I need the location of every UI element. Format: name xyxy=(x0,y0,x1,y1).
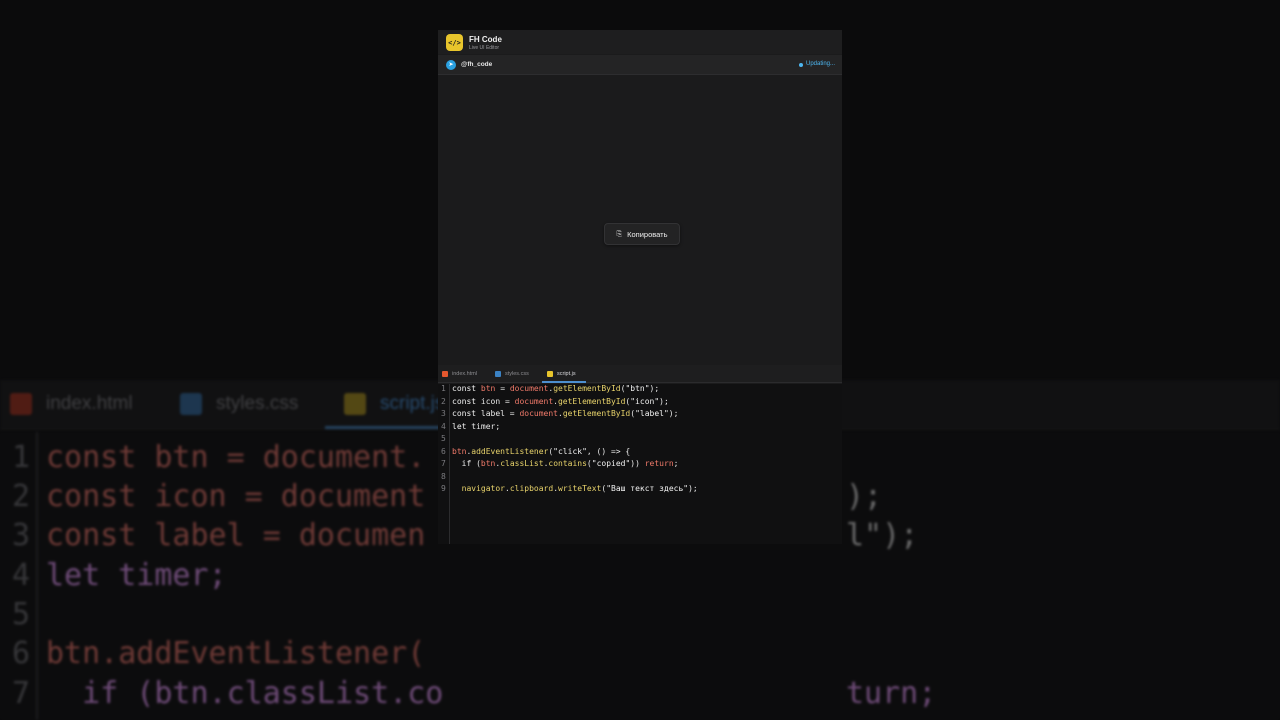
app-subtitle: Live UI Editor xyxy=(469,45,500,51)
background-tab-label: script.js xyxy=(380,393,445,414)
background-tab-index: index.html xyxy=(10,388,133,420)
background-line-number: 3 xyxy=(12,518,31,553)
background-line-number: 1 xyxy=(12,440,31,475)
background-tab-label: index.html xyxy=(46,393,133,414)
js-file-icon xyxy=(547,371,553,377)
line-number: 3 xyxy=(441,409,446,418)
tab-label: index.html xyxy=(452,371,478,377)
background-line-number: 5 xyxy=(12,597,31,632)
channel-bar: ➤ @fh_code Updating... xyxy=(438,55,842,75)
line-number: 2 xyxy=(441,396,446,406)
code-icon: </> xyxy=(446,34,463,51)
css-file-icon xyxy=(180,393,202,415)
line-number: 9 xyxy=(441,484,446,493)
background-code-line: if (btn.classList.co xyxy=(46,676,444,711)
background-active-tab-underline xyxy=(325,426,445,429)
background-code-fragment: ); xyxy=(846,479,883,514)
background-code-line: const icon = document xyxy=(46,479,426,514)
active-tab-underline xyxy=(542,381,586,383)
telegram-icon[interactable]: ➤ xyxy=(446,60,456,70)
line-number: 7 xyxy=(441,459,446,468)
background-code-line: let timer; xyxy=(46,558,227,593)
html-file-icon xyxy=(442,371,448,377)
line-number: 1 xyxy=(441,384,446,393)
background-line-number: 2 xyxy=(12,479,31,514)
line-number: 6 xyxy=(441,446,446,456)
app-title: FH Code xyxy=(469,35,502,44)
background-gutter xyxy=(36,432,38,720)
tab-label: styles.css xyxy=(505,371,529,377)
code-line: if (btn.classList.contains("copied")) re… xyxy=(461,459,679,468)
line-number: 8 xyxy=(441,471,446,481)
js-file-icon xyxy=(344,393,366,415)
preview-area: ⎘ Копировать xyxy=(438,76,842,365)
status-text: Updating... xyxy=(806,61,836,67)
gutter-divider xyxy=(449,384,450,544)
background-line-number: 6 xyxy=(12,636,31,671)
copy-icon: ⎘ xyxy=(616,230,623,238)
background-line-number: 7 xyxy=(12,676,31,711)
background-code-line: btn.addEventListener( xyxy=(46,636,426,671)
code-line: const label = document.getElementById("l… xyxy=(452,409,679,418)
code-line: const icon = document.getElementById("ic… xyxy=(452,396,669,406)
background-code-fragment: turn; xyxy=(846,676,937,711)
file-tabs: index.html styles.css script.js xyxy=(438,365,842,383)
channel-handle[interactable]: @fh_code xyxy=(461,61,492,68)
code-editor[interactable]: 1 2 3 4 5 6 7 8 9 const btn = document.g… xyxy=(438,384,842,544)
html-file-icon xyxy=(10,393,32,415)
copy-button[interactable]: ⎘ Копировать xyxy=(604,223,680,245)
code-line: btn.addEventListener("click", () => { xyxy=(452,446,631,456)
tab-label: script.js xyxy=(557,371,576,377)
app-header: </> FH Code Live UI Editor xyxy=(438,30,842,54)
editor-panel: </> FH Code Live UI Editor ➤ @fh_code Up… xyxy=(438,30,842,544)
background-line-number: 4 xyxy=(12,558,31,593)
status-dot-icon xyxy=(799,63,803,67)
background-code-fragment: l"); xyxy=(846,518,919,553)
css-file-icon xyxy=(495,371,501,377)
copy-button-label: Копировать xyxy=(627,229,668,239)
code-line: let timer; xyxy=(452,421,501,431)
code-line: const btn = document.getElementById("btn… xyxy=(452,384,660,393)
line-number: 4 xyxy=(441,421,446,431)
background-code-line: const btn = document. xyxy=(46,440,426,475)
tab-index-html[interactable]: index.html xyxy=(442,365,477,383)
background-tab-label: styles.css xyxy=(216,393,299,414)
line-number: 5 xyxy=(441,434,446,443)
tab-styles-css[interactable]: styles.css xyxy=(495,365,529,383)
background-code-line: const label = documen xyxy=(46,518,426,553)
background-tab-styles: styles.css xyxy=(180,388,298,420)
code-line: navigator.clipboard.writeText("Ваш текст… xyxy=(461,484,698,493)
background-tab-script: script.js xyxy=(344,388,444,420)
